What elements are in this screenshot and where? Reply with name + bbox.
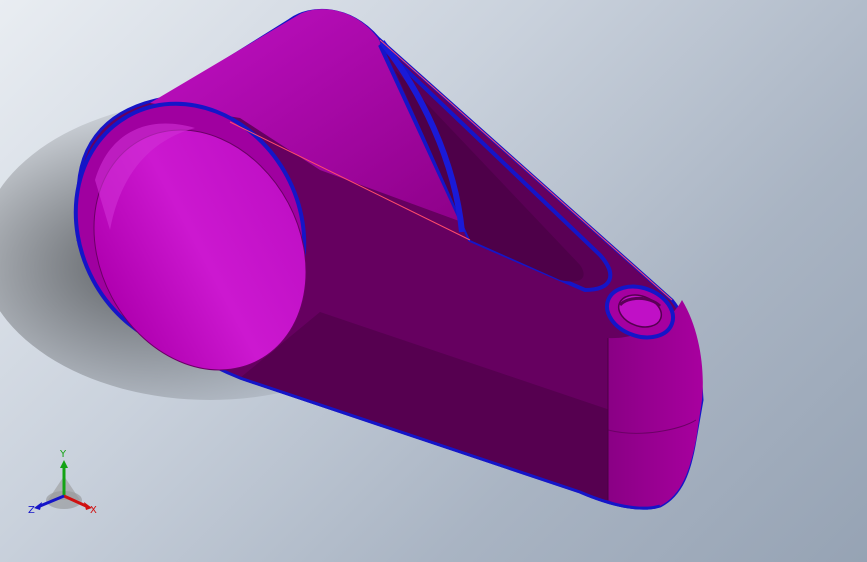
graphics-viewport[interactable]: Y X Z [0, 0, 867, 562]
y-axis-arrow [60, 460, 68, 468]
y-axis-label: Y [60, 449, 67, 460]
3d-model-view[interactable] [0, 0, 867, 562]
z-axis-label: Z [28, 505, 35, 516]
view-triad: Y X Z [26, 448, 104, 526]
z-axis-arrow [34, 502, 42, 510]
x-axis-label: X [90, 505, 97, 516]
